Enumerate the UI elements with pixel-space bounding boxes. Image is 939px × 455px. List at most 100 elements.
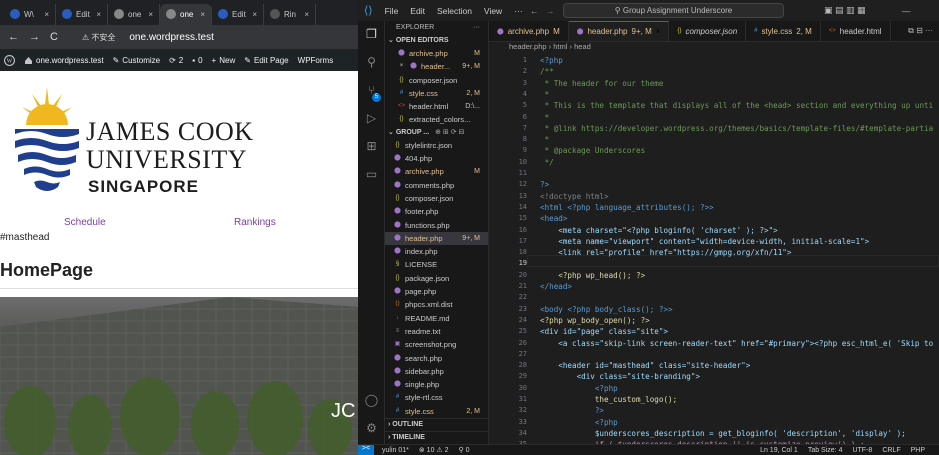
nav-link-schedule[interactable]: Schedule: [64, 217, 106, 228]
tab-close-icon[interactable]: ×: [304, 10, 309, 19]
browser-tab[interactable]: Rin ×: [264, 3, 316, 25]
line-ending[interactable]: CRLF: [882, 447, 900, 454]
reload-button[interactable]: C: [50, 31, 58, 43]
file-item[interactable]: # style.css 2, M: [385, 405, 488, 418]
code-editor[interactable]: 1 <?php 2/** 3 * The header for our theme 4 …: [489, 54, 939, 444]
menu-view[interactable]: View: [478, 6, 508, 16]
browser-tab[interactable]: Edit ×: [56, 3, 108, 25]
file-item[interactable]: ⬤ comments.php: [385, 179, 488, 192]
cursor-position[interactable]: Ln 19, Col 1: [760, 447, 798, 454]
security-warning[interactable]: ⚠ 不安全: [82, 32, 115, 43]
file-item[interactable]: {} composer.json: [385, 192, 488, 205]
file-item[interactable]: × ⬤ header... 9+, M: [385, 60, 488, 73]
git-branch[interactable]: yulin 01*: [382, 447, 409, 454]
tab-close-icon[interactable]: ×: [44, 10, 49, 19]
group-folder-header[interactable]: ⌄ GROUP ... ⊕ ⊞ ⟳ ⊟: [385, 127, 488, 139]
breadcrumb-head[interactable]: head: [574, 42, 591, 51]
tab-close-icon[interactable]: ×: [200, 10, 205, 19]
file-item[interactable]: {} stylelintrc.json: [385, 139, 488, 152]
search-view-icon[interactable]: ⚲: [364, 55, 379, 70]
encoding[interactable]: UTF-8: [852, 447, 872, 454]
nav-forward-icon[interactable]: →: [546, 6, 555, 16]
file-item[interactable]: ▣ screenshot.png: [385, 338, 488, 351]
file-item[interactable]: ⬤ 404.php: [385, 152, 488, 165]
file-item[interactable]: ⬤ header.php 9+, M: [385, 231, 488, 246]
remote-explorer-icon[interactable]: ▭: [364, 167, 379, 182]
nav-link-rankings[interactable]: Rankings: [234, 217, 276, 228]
edit-page-link[interactable]: ✎ Edit Page: [244, 56, 288, 65]
settings-gear-icon[interactable]: ⚙: [364, 421, 379, 436]
updates-link[interactable]: ⟳ 2: [169, 56, 183, 65]
close-editor-icon[interactable]: ×: [397, 60, 406, 73]
toggle-panels-icon[interactable]: ▣ ▤ ▥ ▦: [824, 5, 866, 16]
menu-file[interactable]: File: [379, 6, 405, 16]
editor-tab[interactable]: {} composer.json: [669, 21, 747, 41]
forward-button[interactable]: →: [29, 31, 40, 43]
file-item[interactable]: ≡ readme.txt: [385, 325, 488, 338]
wp-logo-icon[interactable]: W: [4, 54, 15, 66]
file-item[interactable]: ⬤ footer.php: [385, 205, 488, 218]
url-text[interactable]: one.wordpress.test: [129, 32, 214, 43]
tab-close-icon[interactable]: ×: [148, 10, 153, 19]
file-item[interactable]: ⬤ page.php: [385, 285, 488, 298]
file-item[interactable]: <> header.html D:\...: [385, 100, 488, 113]
url-field[interactable]: ⚠ 不安全 one.wordpress.test: [82, 32, 214, 43]
browser-tab[interactable]: one ×: [160, 3, 212, 25]
menu-edit[interactable]: Edit: [404, 6, 431, 16]
editor-tab[interactable]: ⬤ header.php 9+, M ×: [568, 21, 670, 41]
open-editors-header[interactable]: ⌄ OPEN EDITORS: [385, 35, 488, 47]
extensions-icon[interactable]: ⊞: [364, 139, 379, 154]
file-item[interactable]: {} composer.json: [385, 74, 488, 87]
remote-indicator[interactable]: ><: [358, 444, 374, 455]
editor-tab[interactable]: ⬤ archive.php M: [489, 21, 569, 41]
new-link[interactable]: + New: [212, 56, 236, 65]
editor-tab[interactable]: <> header.html: [821, 21, 891, 41]
timeline-header[interactable]: › TIMELINE: [385, 431, 489, 443]
outline-header[interactable]: › OUTLINE: [385, 418, 489, 430]
file-item[interactable]: ⬤ single.php: [385, 378, 488, 391]
explorer-icon[interactable]: ❐: [364, 27, 379, 42]
file-item[interactable]: ⬤ archive.php M: [385, 47, 488, 60]
nav-back-icon[interactable]: ←: [530, 6, 539, 16]
tab-close-icon[interactable]: ×: [96, 10, 101, 19]
file-item[interactable]: # style.css 2, M: [385, 87, 488, 100]
editor-tab[interactable]: # style.css 2, M: [746, 21, 821, 41]
tab-close-icon[interactable]: ×: [656, 27, 661, 36]
file-item[interactable]: ⟨⟩ phpcs.xml.dist: [385, 298, 488, 311]
browser-tab[interactable]: Edit ×: [212, 3, 264, 25]
file-item[interactable]: ⬤ functions.php: [385, 219, 488, 232]
tab-size[interactable]: Tab Size: 4: [808, 447, 843, 454]
ports-indicator[interactable]: ⚲ 0: [459, 446, 470, 454]
file-item[interactable]: ⬤ search.php: [385, 352, 488, 365]
jcu-logo[interactable]: JAMES COOK UNIVERSITY SINGAPORE: [12, 85, 272, 197]
wpforms-link[interactable]: WPForms: [298, 56, 334, 65]
file-item[interactable]: {} extracted_colors...: [385, 113, 488, 126]
problems-indicator[interactable]: ⊗ 10 ⚠ 2: [419, 446, 449, 454]
customize-link[interactable]: ✎ Customize: [113, 56, 161, 65]
file-item[interactable]: ⬤ sidebar.php: [385, 365, 488, 378]
comments-link[interactable]: ▪ 0: [192, 56, 202, 65]
breadcrumb-file[interactable]: header.php: [509, 42, 547, 51]
folder-actions-icon[interactable]: ⊕ ⊞ ⟳ ⊟: [435, 129, 464, 136]
wp-site-link[interactable]: one.wordpress.test: [24, 56, 104, 65]
minimize-icon[interactable]: —: [902, 6, 911, 16]
editor-actions-icon[interactable]: ⧉ ⊟ ···: [902, 21, 939, 41]
browser-tab[interactable]: one ×: [108, 3, 160, 25]
file-item[interactable]: {} package.json: [385, 272, 488, 285]
file-item[interactable]: § LICENSE: [385, 258, 488, 271]
back-button[interactable]: ←: [8, 31, 19, 43]
file-item[interactable]: # style-rtl.css: [385, 391, 488, 404]
browser-tab[interactable]: W\ ×: [4, 3, 56, 25]
menu-selection[interactable]: Selection: [431, 6, 478, 16]
file-item[interactable]: ⬤ archive.php M: [385, 165, 488, 178]
account-icon[interactable]: ◯: [364, 393, 379, 408]
breadcrumb-html[interactable]: html: [553, 42, 567, 51]
explorer-more-icon[interactable]: ···: [473, 21, 480, 35]
tab-close-icon[interactable]: ×: [252, 10, 257, 19]
run-debug-icon[interactable]: ▷: [364, 111, 379, 126]
command-center-search[interactable]: ⚲ Group Assignment Underscore: [563, 3, 784, 18]
menu-more[interactable]: ···: [508, 6, 529, 16]
language-mode[interactable]: PHP: [911, 447, 925, 454]
file-item[interactable]: ⬤ index.php: [385, 245, 488, 258]
file-item[interactable]: ↓ README.md: [385, 312, 488, 325]
